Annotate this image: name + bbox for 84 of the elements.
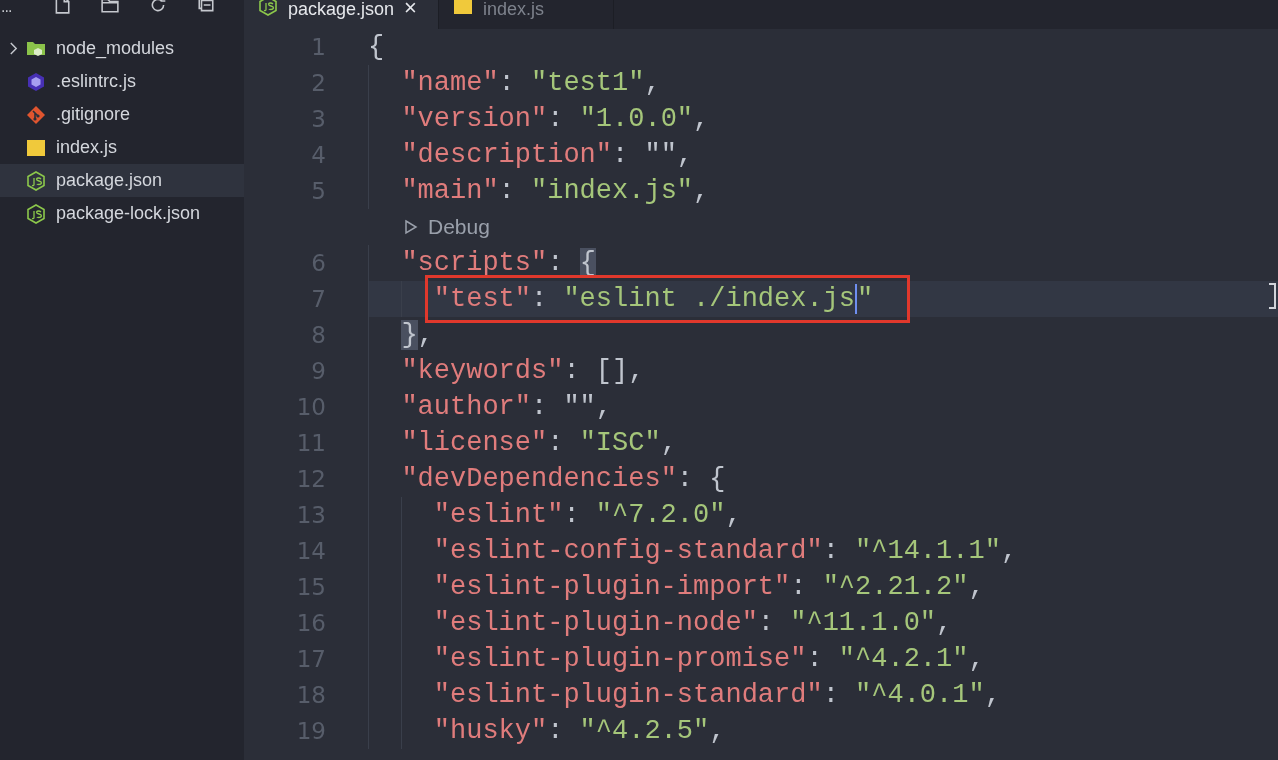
code-token: "test1" — [531, 68, 645, 98]
code-token: "eslint-plugin-node" — [433, 608, 758, 638]
code-token: , — [968, 572, 985, 602]
code-token: "1.0.0" — [579, 104, 694, 134]
code-token: : — [531, 284, 549, 314]
code-token: "devDependencies" — [401, 464, 677, 494]
code-token: , — [936, 608, 953, 638]
code-token: : — [822, 536, 840, 566]
code-token: : "", — [612, 140, 694, 170]
scrollbar-marker — [1269, 283, 1276, 309]
code-token: , — [693, 104, 710, 134]
code-token: { — [368, 32, 385, 62]
code-token: : — [547, 248, 565, 278]
debug-link[interactable]: Debug — [404, 215, 490, 239]
code-token: : — [822, 680, 840, 710]
code-token: "ISC" — [579, 428, 661, 458]
refresh-icon[interactable] — [149, 0, 167, 14]
editor-tab[interactable]: package.json × — [244, 0, 439, 29]
code-token: "keywords" — [401, 356, 564, 386]
code-token: "eslint-plugin-import" — [433, 572, 791, 602]
code-token: "eslint-plugin-promise" — [433, 644, 807, 674]
more-button[interactable]: ... — [1, 0, 13, 14]
code-token: : — [547, 104, 565, 134]
new-folder-icon[interactable] — [101, 0, 119, 14]
code-token: "^4.0.1" — [855, 680, 985, 710]
code-token: : — [547, 428, 565, 458]
code-token: , — [725, 500, 742, 530]
editor-tab[interactable]: index.js — [439, 0, 614, 29]
file-item[interactable]: index.js — [0, 131, 244, 164]
code-token: "eslint" — [433, 500, 564, 530]
matched-bracket: } — [401, 320, 418, 350]
code-token: , — [693, 176, 710, 206]
code-token: "^4.2.5" — [579, 716, 710, 746]
code-token: , — [417, 320, 434, 350]
code-token: , — [1000, 536, 1018, 566]
code-token: " — [857, 284, 874, 314]
code-token: "author" — [401, 392, 531, 422]
code-token: "version" — [401, 104, 548, 134]
file-item[interactable]: .eslintrc.js — [0, 65, 244, 98]
code-token: : — [806, 644, 824, 674]
code-token: : — [498, 68, 516, 98]
new-file-icon[interactable] — [53, 0, 71, 14]
code-token: : { — [676, 464, 726, 494]
code-token: "eslint ./index.js — [563, 284, 856, 314]
code-token: "^14.1.1" — [855, 536, 1001, 566]
code-token: "^7.2.0" — [595, 500, 726, 530]
code-token: , — [709, 716, 726, 746]
file-item[interactable]: .gitignore — [0, 98, 244, 131]
code-token: : — [563, 500, 581, 530]
code-token: "^11.1.0" — [790, 608, 937, 638]
chevron-icon[interactable] — [8, 42, 18, 55]
close-button[interactable]: × — [404, 0, 417, 16]
code-token: , — [660, 428, 677, 458]
code-token: : — [790, 572, 808, 602]
collapse-icon[interactable] — [197, 0, 215, 14]
code-token: "test" — [433, 284, 531, 314]
file-item[interactable]: node_modules — [0, 32, 244, 65]
node-file-icon — [26, 203, 46, 224]
play-icon — [404, 219, 418, 235]
code-token: , — [644, 68, 661, 98]
code-token: "main" — [401, 176, 499, 206]
node-file-icon — [26, 170, 46, 191]
code-token: "license" — [401, 428, 548, 458]
code-token: "name" — [401, 68, 499, 98]
code-token: "description" — [401, 140, 613, 170]
hexagon-icon — [26, 71, 46, 92]
code-token: , — [968, 644, 985, 674]
code-token: "^2.21.2" — [822, 572, 969, 602]
code-token: "eslint-config-standard" — [433, 536, 823, 566]
code-token: , — [984, 680, 1001, 710]
code-token: : — [547, 716, 565, 746]
code-token: "scripts" — [401, 248, 548, 278]
code-token: : — [757, 608, 776, 638]
code-token: "^4.2.1" — [838, 644, 969, 674]
code-token: "eslint-plugin-standard" — [433, 680, 823, 710]
code-token: : [], — [563, 356, 645, 386]
code-token: : — [498, 176, 516, 206]
code-token: "husky" — [433, 716, 548, 746]
git-icon — [26, 104, 46, 125]
code-token: : "", — [531, 392, 613, 422]
file-item[interactable]: package.json — [0, 164, 244, 197]
code-token: "index.js" — [531, 176, 694, 206]
node-file-icon — [258, 0, 278, 16]
file-item[interactable]: package-lock.json — [0, 197, 244, 230]
